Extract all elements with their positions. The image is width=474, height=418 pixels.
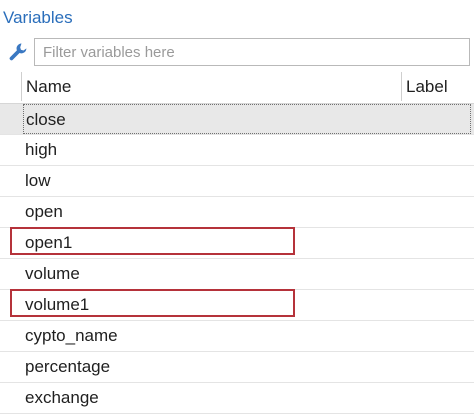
header-divider <box>21 72 22 101</box>
cell-variable-name: percentage <box>25 357 111 376</box>
table-row-close[interactable]: close <box>0 104 474 135</box>
table-row-volume[interactable]: volume <box>0 259 474 290</box>
variables-table: Name Label close high low open open1 vol… <box>0 70 474 414</box>
table-row-open1[interactable]: open1 <box>0 228 474 259</box>
column-header-name[interactable]: Name <box>26 70 71 103</box>
table-row-percentage[interactable]: percentage <box>0 352 474 383</box>
table-header: Name Label <box>0 70 474 104</box>
cell-variable-name: close <box>23 104 471 134</box>
table-row-exchange[interactable]: exchange <box>0 383 474 414</box>
filter-variables-input[interactable] <box>34 38 470 66</box>
column-resize-handle[interactable] <box>401 72 402 101</box>
table-row-open[interactable]: open <box>0 197 474 228</box>
cell-variable-name: exchange <box>25 388 99 407</box>
cell-variable-name: open <box>25 202 63 221</box>
cell-variable-name: volume <box>25 264 80 283</box>
cell-variable-name: low <box>25 171 51 190</box>
column-header-label[interactable]: Label <box>406 70 448 103</box>
filter-bar <box>0 36 474 68</box>
panel-title: Variables <box>3 8 73 27</box>
cell-variable-name: open1 <box>25 233 73 252</box>
cell-variable-name: cypto_name <box>25 326 118 345</box>
cell-variable-name: volume1 <box>25 295 90 314</box>
table-body: close high low open open1 volume volume1… <box>0 104 474 414</box>
cell-variable-name: high <box>25 140 58 159</box>
table-row-high[interactable]: high <box>0 135 474 166</box>
table-row-low[interactable]: low <box>0 166 474 197</box>
table-row-cypto-name[interactable]: cypto_name <box>0 321 474 352</box>
wrench-icon[interactable] <box>7 41 29 63</box>
table-row-volume1[interactable]: volume1 <box>0 290 474 321</box>
